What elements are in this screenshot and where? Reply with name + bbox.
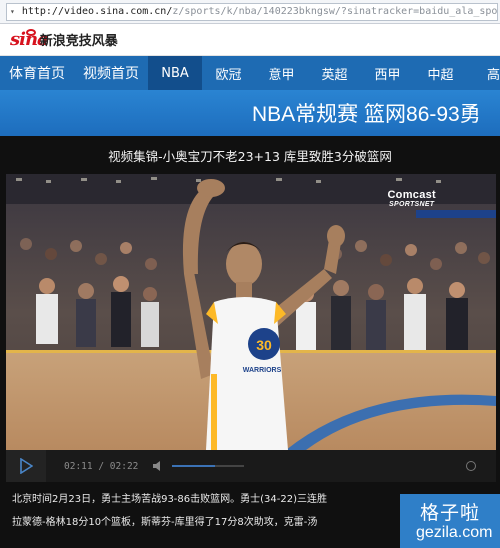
url-path: z/sports/k/nba/140223bkngsw/?sinatracker… <box>172 6 498 17</box>
volume-icon[interactable] <box>152 460 164 472</box>
watermark-en: gezila.com <box>416 524 493 541</box>
jersey-number: 30 <box>256 337 272 353</box>
url-main: http://video.sina.com.cn/ <box>21 6 173 17</box>
play-button[interactable] <box>6 450 46 482</box>
nav-item-serie-a[interactable]: 意甲 <box>255 56 308 90</box>
nav-item-la-liga[interactable]: 西甲 <box>361 56 414 90</box>
nav-item-nba[interactable]: NBA <box>148 56 202 90</box>
broadcaster-logo: Comcast SPORTSNET <box>387 190 436 210</box>
broadcaster-line2: SPORTSNET <box>389 201 435 208</box>
banner-title: NBA常规赛 篮网86-93勇 <box>252 103 481 126</box>
nav-item-ucl[interactable]: 欧冠 <box>202 56 255 90</box>
sina-eye-icon <box>25 29 36 36</box>
video-player[interactable]: 30 WARRIORS Comcast SPORTSNET <box>6 174 496 450</box>
browser-address-bar: ▾ http://video.sina.com.cn/z/sports/k/nb… <box>0 0 500 24</box>
play-icon <box>20 458 33 474</box>
watermark: 格子啦 gezila.com <box>400 494 500 548</box>
site-title[interactable]: 新浪竞技风暴 <box>40 30 118 49</box>
player-controls: 02:11 / 02:22 <box>6 450 496 482</box>
video-title: 视频集锦-小奥宝刀不老23+13 库里致胜3分破篮网 <box>108 149 392 164</box>
volume-slider-fill[interactable] <box>172 465 216 467</box>
nav-item-csl[interactable]: 中超 <box>414 56 467 90</box>
time-separator: / <box>92 460 110 472</box>
settings-icon[interactable] <box>466 461 476 471</box>
volume-slider-track[interactable] <box>215 465 245 467</box>
nav-item-more[interactable]: 高 <box>467 56 500 90</box>
current-time: 02:11 <box>64 460 93 472</box>
time-display: 02:11 / 02:22 <box>64 461 138 472</box>
url-field[interactable]: ▾ http://video.sina.com.cn/z/sports/k/nb… <box>6 2 498 21</box>
nav-item-epl[interactable]: 英超 <box>308 56 361 90</box>
broadcaster-line1: Comcast <box>387 189 436 201</box>
game-banner: NBA常规赛 篮网86-93勇 <box>0 90 500 136</box>
nav-item-sports-home[interactable]: 体育首页 <box>0 56 74 90</box>
watermark-cn: 格子啦 <box>420 503 481 524</box>
dropdown-arrow-icon[interactable]: ▾ <box>10 7 15 17</box>
site-header: sina 新浪竞技风暴 <box>0 24 500 56</box>
video-frame-image: 30 WARRIORS <box>6 174 496 450</box>
jersey-text: WARRIORS <box>243 367 282 374</box>
nav-item-video-home[interactable]: 视频首页 <box>74 56 148 90</box>
main-nav: 体育首页 视频首页 NBA 欧冠 意甲 英超 西甲 中超 高 <box>0 56 500 90</box>
total-time: 02:22 <box>109 460 139 472</box>
